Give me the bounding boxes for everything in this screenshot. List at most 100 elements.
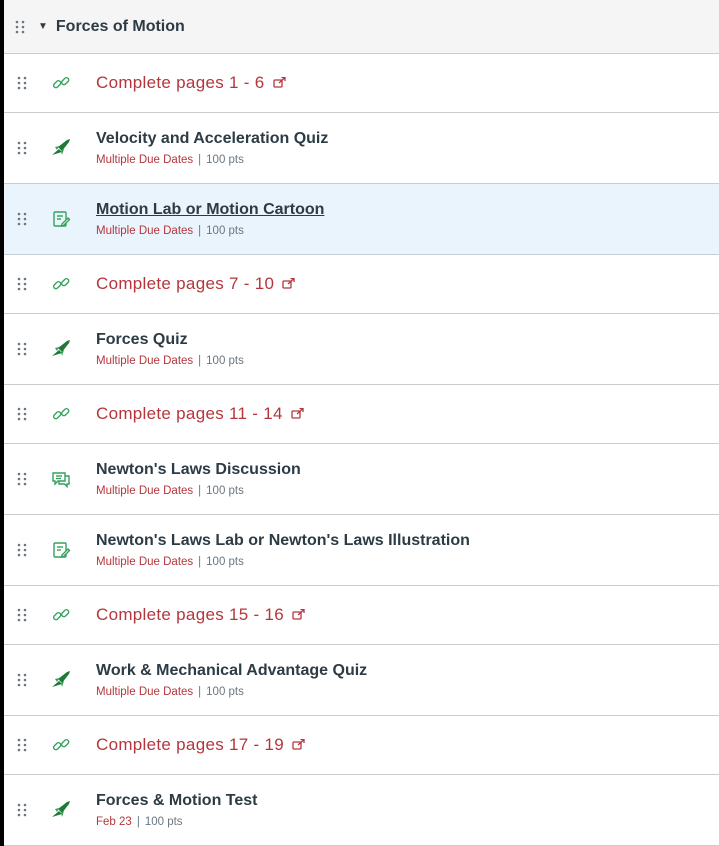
meta-separator: | [198, 355, 202, 367]
external-link[interactable]: Complete pages 7 - 10 [96, 274, 295, 294]
link-title: Complete pages 1 - 6 [96, 73, 265, 92]
drag-handle-icon[interactable] [16, 607, 32, 623]
meta-separator: | [198, 556, 202, 568]
module-header[interactable]: ▼ Forces of Motion [4, 0, 719, 54]
link-title: Complete pages 11 - 14 [96, 404, 283, 423]
due-date: Feb 23 [96, 816, 132, 828]
points-value: 100 pts [206, 225, 244, 237]
due-date: Multiple Due Dates [96, 154, 194, 166]
item-title-link[interactable]: Velocity and Acceleration Quiz [96, 130, 328, 148]
meta-separator: | [136, 816, 140, 828]
link-title: Complete pages 17 - 19 [96, 735, 285, 754]
item-content: Complete pages 11 - 14 [96, 404, 304, 424]
item-content: Complete pages 1 - 6 [96, 73, 286, 93]
points-value: 100 pts [206, 355, 244, 367]
module-item[interactable]: Forces & Motion Test Feb 23 | 100 pts [4, 775, 719, 846]
points-value: 100 pts [206, 556, 244, 568]
quiz-rocket-icon [50, 338, 72, 360]
collapse-caret-icon[interactable]: ▼ [38, 21, 48, 32]
drag-handle-icon[interactable] [16, 471, 32, 487]
link-icon [50, 273, 72, 295]
item-title-link[interactable]: Newton's Laws Lab or Newton's Laws Illus… [96, 532, 470, 550]
drag-handle-icon[interactable] [16, 341, 32, 357]
drag-handle-icon[interactable] [16, 802, 32, 818]
assignment-icon [50, 539, 72, 561]
meta-separator: | [198, 485, 202, 497]
module-item[interactable]: Velocity and Acceleration Quiz Multiple D… [4, 113, 719, 184]
module-item[interactable]: Forces Quiz Multiple Due Dates | 100 pts [4, 314, 719, 385]
item-meta: Multiple Due Dates | 100 pts [96, 154, 328, 166]
drag-handle-icon[interactable] [16, 75, 32, 91]
assignment-icon [50, 208, 72, 230]
meta-separator: | [198, 686, 202, 698]
item-content: Complete pages 7 - 10 [96, 274, 295, 294]
drag-handle-icon[interactable] [16, 737, 32, 753]
item-content: Complete pages 17 - 19 [96, 735, 305, 755]
points-value: 100 pts [206, 686, 244, 698]
drag-handle-icon[interactable] [14, 19, 30, 35]
item-content: Complete pages 15 - 16 [96, 605, 305, 625]
link-title: Complete pages 15 - 16 [96, 605, 285, 624]
module-item[interactable]: Newton's Laws Lab or Newton's Laws Illus… [4, 515, 719, 586]
item-content: Motion Lab or Motion Cartoon Multiple Due… [96, 201, 324, 237]
module-item[interactable]: Complete pages 17 - 19 [4, 716, 719, 775]
module-item[interactable]: Complete pages 1 - 6 [4, 54, 719, 113]
item-meta: Multiple Due Dates | 100 pts [96, 225, 324, 237]
item-content: Newton's Laws Lab or Newton's Laws Illus… [96, 532, 470, 568]
due-date: Multiple Due Dates [96, 355, 194, 367]
link-icon [50, 72, 72, 94]
external-link-icon [292, 735, 305, 755]
item-content: Forces & Motion Test Feb 23 | 100 pts [96, 792, 258, 828]
quiz-rocket-icon [50, 669, 72, 691]
drag-handle-icon[interactable] [16, 276, 32, 292]
drag-handle-icon[interactable] [16, 406, 32, 422]
item-meta: Feb 23 | 100 pts [96, 816, 258, 828]
points-value: 100 pts [206, 154, 244, 166]
module-item[interactable]: Complete pages 15 - 16 [4, 586, 719, 645]
module-item[interactable]: Work & Mechanical Advantage Quiz Multiple… [4, 645, 719, 716]
module-item[interactable]: Complete pages 11 - 14 [4, 385, 719, 444]
drag-handle-icon[interactable] [16, 211, 32, 227]
module-item[interactable]: Newton's Laws Discussion Multiple Due Dat… [4, 444, 719, 515]
module-item[interactable]: Complete pages 7 - 10 [4, 255, 719, 314]
discussion-icon [50, 468, 72, 490]
due-date: Multiple Due Dates [96, 225, 194, 237]
external-link-icon [272, 73, 286, 93]
item-content: Forces Quiz Multiple Due Dates | 100 pts [96, 331, 244, 367]
item-meta: Multiple Due Dates | 100 pts [96, 485, 301, 497]
meta-separator: | [198, 154, 202, 166]
item-title-link[interactable]: Newton's Laws Discussion [96, 461, 301, 479]
external-link-icon [282, 274, 295, 294]
item-content: Velocity and Acceleration Quiz Multiple D… [96, 130, 328, 166]
due-date: Multiple Due Dates [96, 686, 194, 698]
external-link-icon [291, 404, 304, 424]
item-title-link[interactable]: Motion Lab or Motion Cartoon [96, 201, 324, 219]
external-link-icon [292, 605, 305, 625]
link-title: Complete pages 7 - 10 [96, 274, 275, 293]
item-content: Work & Mechanical Advantage Quiz Multiple… [96, 662, 367, 698]
due-date: Multiple Due Dates [96, 485, 194, 497]
item-title-link[interactable]: Forces & Motion Test [96, 792, 258, 810]
external-link[interactable]: Complete pages 11 - 14 [96, 404, 304, 424]
module-item[interactable]: Motion Lab or Motion Cartoon Multiple Due… [4, 184, 719, 255]
external-link[interactable]: Complete pages 17 - 19 [96, 735, 305, 755]
due-date: Multiple Due Dates [96, 556, 194, 568]
points-value: 100 pts [144, 816, 183, 828]
item-meta: Multiple Due Dates | 100 pts [96, 355, 244, 367]
item-meta: Multiple Due Dates | 100 pts [96, 556, 470, 568]
quiz-rocket-icon [50, 137, 72, 159]
item-content: Newton's Laws Discussion Multiple Due Dat… [96, 461, 301, 497]
external-link[interactable]: Complete pages 1 - 6 [96, 73, 286, 93]
item-title-link[interactable]: Forces Quiz [96, 331, 244, 349]
points-value: 100 pts [206, 485, 244, 497]
link-icon [50, 403, 72, 425]
drag-handle-icon[interactable] [16, 140, 32, 156]
drag-handle-icon[interactable] [16, 542, 32, 558]
module-items-list: Complete pages 1 - 6 Velocity and Acceler… [4, 54, 719, 846]
link-icon [50, 734, 72, 756]
external-link[interactable]: Complete pages 15 - 16 [96, 605, 305, 625]
drag-handle-icon[interactable] [16, 672, 32, 688]
item-title-link[interactable]: Work & Mechanical Advantage Quiz [96, 662, 367, 680]
quiz-rocket-icon [50, 799, 72, 821]
module-panel: ▼ Forces of Motion Complete pages 1 - 6 V… [4, 0, 719, 846]
